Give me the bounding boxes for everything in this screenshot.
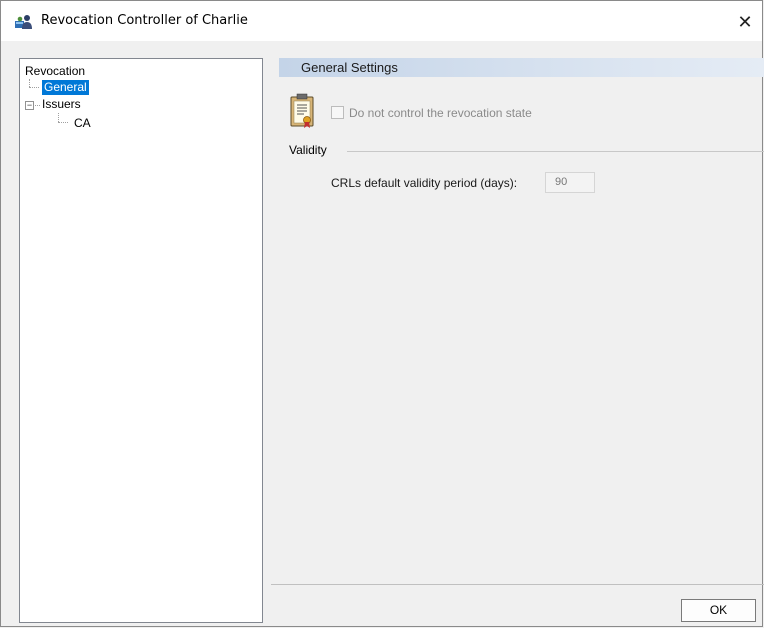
- navigation-tree[interactable]: Revocation General − Issuers CA: [19, 58, 263, 623]
- close-button[interactable]: ✕: [732, 9, 758, 35]
- do-not-control-checkbox[interactable]: [331, 106, 344, 119]
- do-not-control-label: Do not control the revocation state: [349, 106, 532, 120]
- collapse-icon[interactable]: −: [25, 101, 34, 110]
- ok-button[interactable]: OK: [681, 599, 756, 622]
- tree-root-revocation[interactable]: Revocation: [25, 64, 85, 79]
- tree-connector: [29, 79, 30, 87]
- footer-divider: [271, 584, 764, 585]
- tree-connector: [58, 122, 68, 123]
- crl-validity-label: CRLs default validity period (days):: [331, 176, 518, 190]
- group-divider: [347, 151, 764, 152]
- users-certificate-icon: [15, 14, 33, 30]
- tree-item-issuers[interactable]: Issuers: [42, 97, 81, 112]
- tree-connector: [29, 87, 39, 88]
- section-title: General Settings: [301, 60, 398, 75]
- close-icon: ✕: [737, 12, 753, 32]
- crl-validity-input[interactable]: 90: [545, 172, 595, 193]
- tree-item-ca[interactable]: CA: [74, 116, 91, 131]
- validity-group-title: Validity: [289, 143, 327, 157]
- tree-connector: [58, 113, 59, 122]
- tree-item-general[interactable]: General: [42, 80, 89, 95]
- dialog-window: Revocation Controller of Charlie ✕ Revoc…: [0, 0, 764, 627]
- title-bar: Revocation Controller of Charlie ✕: [1, 1, 762, 41]
- window-title: Revocation Controller of Charlie: [41, 13, 248, 28]
- section-header: General Settings: [279, 58, 764, 77]
- certificate-clipboard-icon: [290, 93, 316, 129]
- tree-connector: [35, 105, 40, 106]
